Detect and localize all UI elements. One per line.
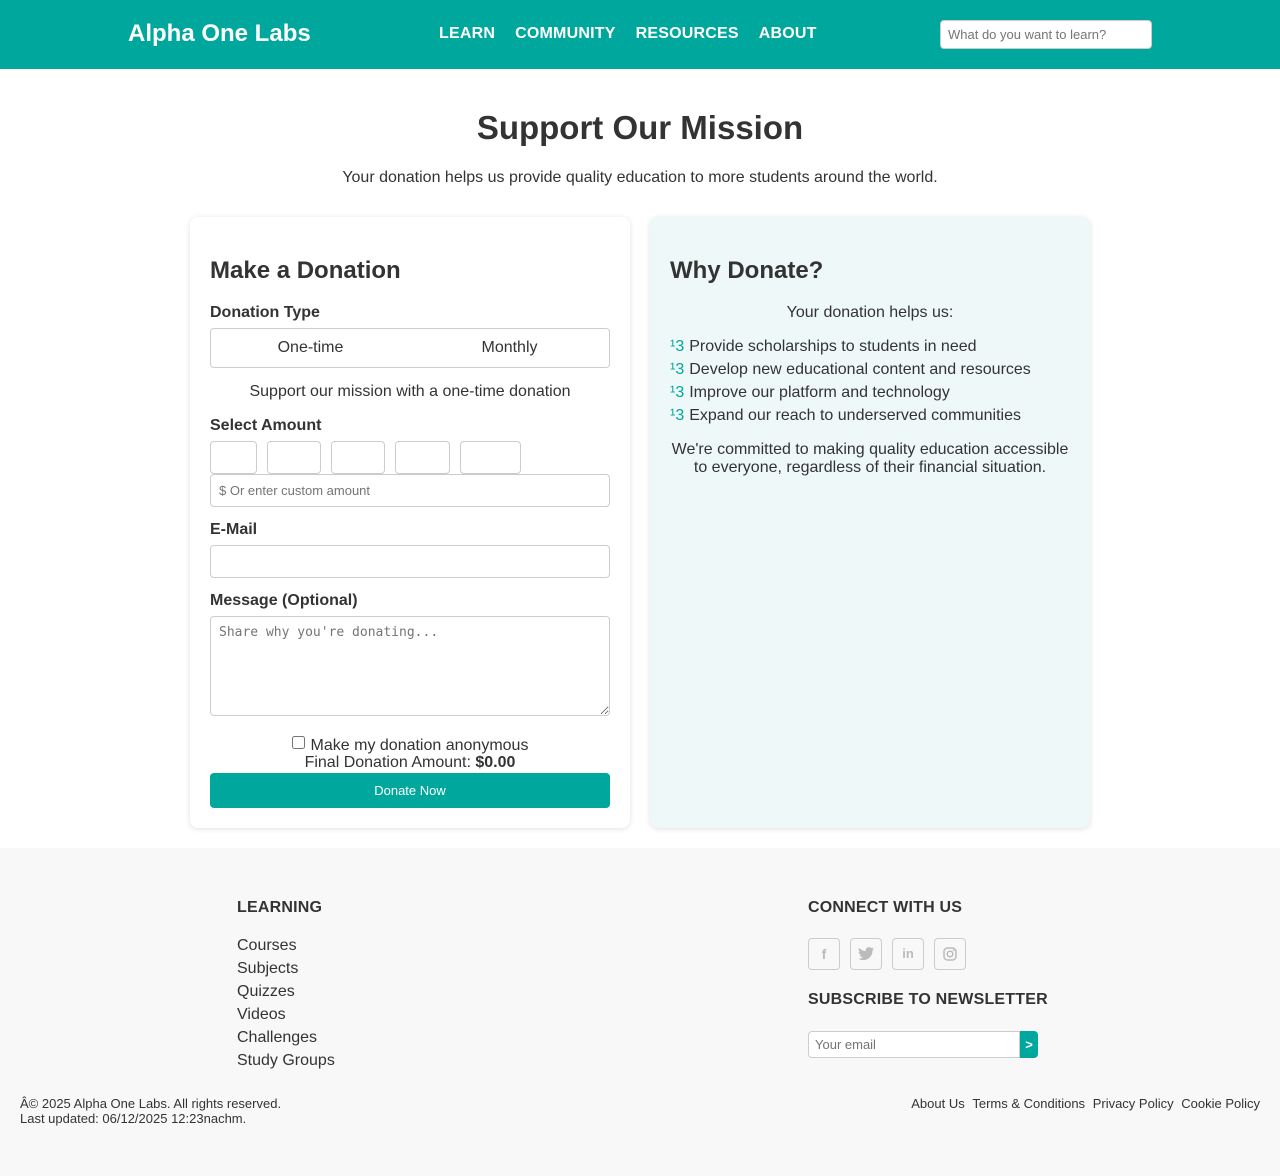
search-input[interactable]: [940, 20, 1152, 49]
newsletter-heading: SUBSCRIBE TO NEWSLETTER: [808, 991, 1048, 1008]
linkedin-icon[interactable]: in: [892, 938, 924, 970]
final-amount-label: Final Donation Amount:: [304, 754, 471, 771]
message-textarea[interactable]: [210, 616, 610, 716]
footer-link-about-us[interactable]: About Us: [911, 1096, 964, 1111]
nav-community[interactable]: COMMUNITY: [515, 25, 615, 43]
commitment-text: We're committed to making quality educat…: [671, 441, 1069, 476]
nav-learn[interactable]: LEARN: [439, 25, 495, 43]
one-time-option[interactable]: One-time: [211, 329, 410, 367]
final-amount-row: Final Donation Amount: $0.00: [190, 754, 630, 772]
anonymous-checkbox[interactable]: [291, 736, 305, 749]
footer-link-privacy[interactable]: Privacy Policy: [1093, 1096, 1174, 1111]
footer-link-subjects[interactable]: Subjects: [237, 960, 335, 983]
custom-amount-input[interactable]: [210, 474, 610, 507]
list-item-text: Improve our platform and technology: [689, 384, 950, 401]
twitter-icon[interactable]: [850, 938, 882, 970]
footer-link-challenges[interactable]: Challenges: [237, 1029, 335, 1052]
email-label: E-Mail: [210, 521, 258, 538]
list-item: ¹3 Improve our platform and technology: [670, 384, 1031, 407]
legal-links: About Us Terms & Conditions Privacy Poli…: [907, 1096, 1260, 1111]
bullet-icon: ¹3: [670, 407, 685, 424]
newsletter-submit-button[interactable]: >: [1020, 1031, 1038, 1058]
footer-link-cookies[interactable]: Cookie Policy: [1181, 1096, 1260, 1111]
footer-link-videos[interactable]: Videos: [237, 1006, 335, 1029]
last-updated-text: Last updated: 06/12/2025 12:23nachm.: [20, 1111, 247, 1126]
site-footer: LEARNING Courses Subjects Quizzes Videos…: [0, 848, 1280, 1176]
monthly-option[interactable]: Monthly: [410, 329, 609, 367]
bullet-icon: ¹3: [670, 361, 685, 378]
page-title: Support Our Mission: [476, 109, 804, 146]
amount-label: Select Amount: [210, 417, 322, 434]
connect-heading: CONNECT WITH US: [808, 899, 963, 916]
learning-links: Courses Subjects Quizzes Videos Challeng…: [237, 937, 335, 1075]
list-item-text: Provide scholarships to students in need: [689, 338, 977, 355]
footer-link-terms[interactable]: Terms & Conditions: [972, 1096, 1085, 1111]
footer-link-study-groups[interactable]: Study Groups: [237, 1052, 335, 1075]
copyright-text: Â© 2025 Alpha One Labs. All rights reser…: [20, 1096, 282, 1111]
amount-option-button[interactable]: [395, 441, 450, 474]
list-item: ¹3 Develop new educational content and re…: [670, 361, 1031, 384]
bullet-icon: ¹3: [670, 338, 685, 355]
main-content: Support Our Mission Your donation helps …: [0, 69, 1280, 848]
main-nav: LEARN COMMUNITY RESOURCES ABOUT: [439, 25, 837, 43]
donation-heading: Make a Donation: [210, 257, 401, 284]
page-subtitle: Your donation helps us provide quality e…: [342, 169, 938, 186]
why-intro: Your donation helps us:: [786, 304, 954, 321]
footer-link-quizzes[interactable]: Quizzes: [237, 983, 335, 1006]
amount-option-button[interactable]: [210, 441, 257, 474]
copyright-block: Â© 2025 Alpha One Labs. All rights reser…: [20, 1096, 281, 1126]
final-amount-value: $0.00: [475, 754, 516, 771]
donation-form-card: Make a Donation Donation Type One-time M…: [190, 217, 630, 828]
bullet-icon: ¹3: [670, 384, 685, 401]
amount-option-button[interactable]: [331, 441, 385, 474]
learning-heading: LEARNING: [237, 899, 323, 916]
email-field[interactable]: [210, 545, 610, 578]
donation-type-note: Support our mission with a one-time dona…: [249, 383, 571, 400]
donate-now-button[interactable]: Donate Now: [210, 773, 610, 808]
list-item-text: Develop new educational content and reso…: [689, 361, 1031, 378]
site-logo[interactable]: Alpha One Labs: [128, 20, 311, 48]
amount-option-button[interactable]: [267, 441, 321, 474]
newsletter-email-input[interactable]: [808, 1031, 1020, 1058]
why-donate-card: Why Donate? Your donation helps us: ¹3 Pr…: [650, 217, 1090, 828]
donation-type-label: Donation Type: [210, 304, 320, 321]
facebook-icon[interactable]: f: [808, 938, 840, 970]
list-item: ¹3 Expand our reach to underserved commun…: [670, 407, 1031, 430]
list-item: ¹3 Provide scholarships to students in ne…: [670, 338, 1031, 361]
why-list: ¹3 Provide scholarships to students in ne…: [670, 338, 1031, 430]
footer-link-courses[interactable]: Courses: [237, 937, 335, 960]
nav-resources[interactable]: RESOURCES: [636, 25, 739, 43]
donation-type-toggle: One-time Monthly: [210, 328, 610, 368]
anonymous-row: Make my donation anonymous: [190, 736, 630, 755]
site-header: Alpha One Labs LEARN COMMUNITY RESOURCES…: [0, 0, 1280, 69]
message-label: Message (Optional): [210, 592, 358, 609]
nav-about[interactable]: ABOUT: [759, 25, 817, 43]
instagram-icon[interactable]: [934, 938, 966, 970]
anonymous-label: Make my donation anonymous: [310, 737, 529, 754]
list-item-text: Expand our reach to underserved communit…: [689, 407, 1021, 424]
amount-option-button[interactable]: [460, 441, 521, 474]
why-donate-heading: Why Donate?: [670, 257, 824, 284]
